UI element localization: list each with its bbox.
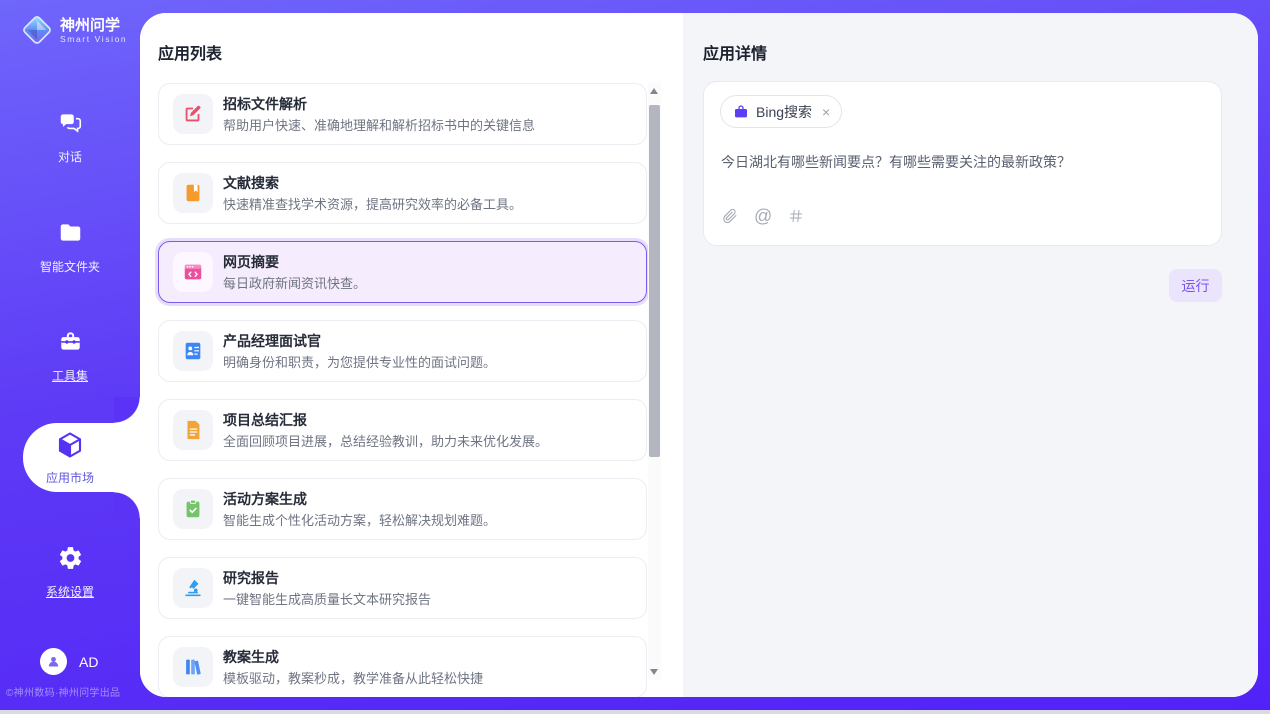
tool-chip-label: Bing搜索 <box>756 102 812 122</box>
app-list-title: 应用列表 <box>158 40 222 64</box>
at-icon[interactable]: @ <box>754 207 772 225</box>
app-list-item-event-plan[interactable]: 活动方案生成 智能生成个性化活动方案，轻松解决规划难题。 <box>158 478 647 540</box>
pencil-edit-icon <box>173 94 213 134</box>
scroll-down-arrow-icon[interactable] <box>650 669 658 675</box>
sidebar-item-label: 智能文件夹 <box>0 258 140 275</box>
sidebar-item-label: 应用市场 <box>0 469 140 486</box>
app-item-text: 产品经理面试官 明确身份和职责，为您提供专业性的面试问题。 <box>223 333 496 370</box>
app-item-text: 招标文件解析 帮助用户快速、准确地理解和解析招标书中的关键信息 <box>223 96 535 133</box>
folder-icon <box>57 220 84 246</box>
app-item-text: 项目总结汇报 全面回顾项目进展，总结经验教训，助力未来优化发展。 <box>223 412 548 449</box>
report-doc-icon <box>173 410 213 450</box>
attachment-toolbar: @ <box>721 207 804 225</box>
interviewer-icon <box>173 331 213 371</box>
app-item-name: 教案生成 <box>223 649 483 666</box>
sidebar-item-settings[interactable]: 系统设置 <box>0 545 140 600</box>
hash-icon[interactable] <box>788 208 804 224</box>
cube-icon <box>55 430 85 460</box>
sidebar-item-toolset[interactable]: 工具集 <box>0 329 140 384</box>
app-list: 招标文件解析 帮助用户快速、准确地理解和解析招标书中的关键信息 文献搜索 快速精… <box>158 83 647 697</box>
brand-diamond-icon <box>20 13 54 47</box>
book-icon <box>173 173 213 213</box>
app-item-name: 网页摘要 <box>223 254 366 271</box>
paperclip-icon[interactable] <box>721 207 738 225</box>
scrollbar-thumb[interactable] <box>649 105 660 457</box>
query-text[interactable]: 今日湖北有哪些新闻要点？有哪些需要关注的最新政策？ <box>721 152 1201 172</box>
sidebar-item-label: 系统设置 <box>0 583 140 600</box>
app-item-text: 教案生成 模板驱动，教案秒成，教学准备从此轻松快捷 <box>223 649 483 686</box>
briefcase-icon <box>733 104 749 120</box>
gear-icon <box>57 545 84 571</box>
brand-subtitle: Smart Vision <box>60 34 127 44</box>
app-item-text: 文献搜索 快速精准查找学术资源，提高研究效率的必备工具。 <box>223 175 522 212</box>
app-item-name: 产品经理面试官 <box>223 333 496 350</box>
app-item-text: 网页摘要 每日政府新闻资讯快查。 <box>223 254 366 291</box>
brand-logo: 神州问学 Smart Vision <box>20 13 127 47</box>
app-item-name: 项目总结汇报 <box>223 412 548 429</box>
sidebar-item-chat[interactable]: 对话 <box>0 110 140 165</box>
main-content-card: 应用列表 招标文件解析 帮助用户快速、准确地理解和解析招标书中的关键信息 <box>140 13 1258 697</box>
app-item-desc: 模板驱动，教案秒成，教学准备从此轻松快捷 <box>223 671 483 686</box>
sidebar-item-label: 工具集 <box>0 367 140 384</box>
app-detail-panel: 应用详情 Bing搜索 × 今日湖北有哪些新闻要点？有哪些需要关注的最新政策？ <box>683 13 1258 697</box>
browser-code-icon <box>173 252 213 292</box>
app-list-item-bid-parse[interactable]: 招标文件解析 帮助用户快速、准确地理解和解析招标书中的关键信息 <box>158 83 647 145</box>
copyright-text: ©神州数码·神州问学出品 <box>6 684 140 699</box>
app-item-text: 研究报告 一键智能生成高质量长文本研究报告 <box>223 570 431 607</box>
clipboard-check-icon <box>173 489 213 529</box>
app-item-text: 活动方案生成 智能生成个性化活动方案，轻松解决规划难题。 <box>223 491 496 528</box>
app-item-desc: 全面回顾项目进展，总结经验教训，助力未来优化发展。 <box>223 434 548 449</box>
user-initials: AD <box>79 654 98 670</box>
bottom-strip <box>0 710 1270 714</box>
microscope-icon <box>173 568 213 608</box>
books-icon <box>173 647 213 687</box>
app-detail-title: 应用详情 <box>703 40 767 64</box>
app-item-desc: 帮助用户快速、准确地理解和解析招标书中的关键信息 <box>223 118 535 133</box>
app-window: 神州问学 Smart Vision 对话 智能文件夹 <box>0 0 1270 714</box>
sidebar-item-label: 对话 <box>0 148 140 165</box>
app-item-desc: 一键智能生成高质量长文本研究报告 <box>223 592 431 607</box>
app-item-name: 研究报告 <box>223 570 431 587</box>
sidebar-item-app-market[interactable]: 应用市场 <box>0 430 140 486</box>
app-list-item-research-report[interactable]: 研究报告 一键智能生成高质量长文本研究报告 <box>158 557 647 619</box>
sidebar-item-smart-folders[interactable]: 智能文件夹 <box>0 220 140 275</box>
brand-text: 神州问学 Smart Vision <box>60 17 127 44</box>
app-list-panel: 应用列表 招标文件解析 帮助用户快速、准确地理解和解析招标书中的关键信息 <box>140 13 683 697</box>
app-list-scrollbar[interactable] <box>648 83 661 680</box>
chip-close-icon[interactable]: × <box>822 104 830 120</box>
run-button[interactable]: 运行 <box>1169 269 1222 302</box>
app-item-name: 招标文件解析 <box>223 96 535 113</box>
app-item-desc: 快速精准查找学术资源，提高研究效率的必备工具。 <box>223 197 522 212</box>
chat-icon <box>57 110 84 136</box>
avatar <box>40 648 67 675</box>
bubble-fillet-top <box>114 397 140 423</box>
sidebar: 神州问学 Smart Vision 对话 智能文件夹 <box>0 0 140 714</box>
brand-name: 神州问学 <box>60 17 127 34</box>
app-list-item-literature-search[interactable]: 文献搜索 快速精准查找学术资源，提高研究效率的必备工具。 <box>158 162 647 224</box>
app-item-desc: 明确身份和职责，为您提供专业性的面试问题。 <box>223 355 496 370</box>
app-item-desc: 智能生成个性化活动方案，轻松解决规划难题。 <box>223 513 496 528</box>
app-list-item-lesson-plan[interactable]: 教案生成 模板驱动，教案秒成，教学准备从此轻松快捷 <box>158 636 647 697</box>
user-profile[interactable]: AD <box>40 648 98 675</box>
app-list-item-web-summary[interactable]: 网页摘要 每日政府新闻资讯快查。 <box>158 241 647 303</box>
app-item-desc: 每日政府新闻资讯快查。 <box>223 276 366 291</box>
bubble-fillet-bottom <box>114 492 140 518</box>
app-item-name: 活动方案生成 <box>223 491 496 508</box>
app-list-item-pm-interviewer[interactable]: 产品经理面试官 明确身份和职责，为您提供专业性的面试问题。 <box>158 320 647 382</box>
toolbox-icon <box>57 329 84 355</box>
app-list-item-project-summary[interactable]: 项目总结汇报 全面回顾项目进展，总结经验教训，助力未来优化发展。 <box>158 399 647 461</box>
query-card: Bing搜索 × 今日湖北有哪些新闻要点？有哪些需要关注的最新政策？ @ <box>703 81 1222 246</box>
tool-chip-bing-search[interactable]: Bing搜索 × <box>720 95 842 128</box>
scroll-up-arrow-icon[interactable] <box>650 88 658 94</box>
app-item-name: 文献搜索 <box>223 175 522 192</box>
